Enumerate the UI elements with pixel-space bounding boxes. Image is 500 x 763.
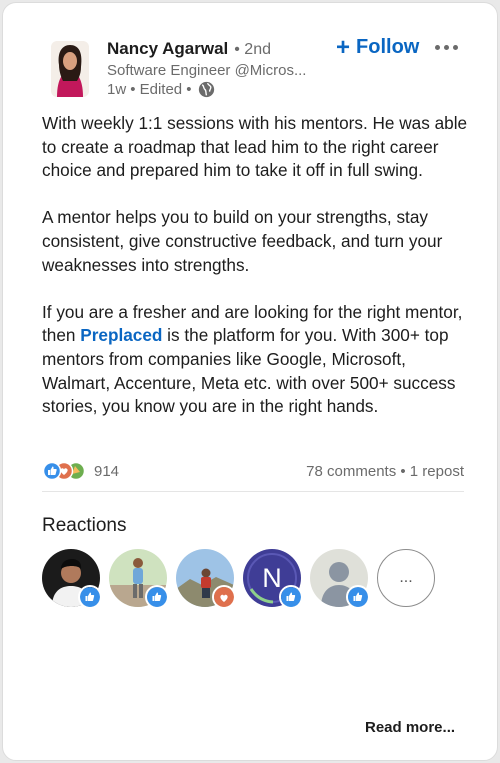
reaction-icons[interactable] (42, 461, 90, 481)
like-icon (78, 585, 102, 609)
author-name[interactable]: Nancy Agarwal (107, 39, 228, 59)
read-more-link[interactable]: Read more... (365, 719, 455, 736)
like-icon (42, 461, 62, 481)
connection-degree: • 2nd (234, 41, 271, 58)
reactors-list: N ... (42, 549, 435, 609)
follow-label: Follow (356, 36, 420, 58)
like-icon (279, 585, 303, 609)
like-icon (346, 585, 370, 609)
reaction-count[interactable]: 914 (94, 463, 119, 480)
reactor-avatar[interactable] (42, 549, 102, 609)
globe-icon (198, 81, 215, 98)
reactor-avatar[interactable] (176, 549, 236, 609)
like-icon (145, 585, 169, 609)
post-body: With weekly 1:1 sessions with his mentor… (42, 112, 472, 442)
post-time: 1w (107, 81, 127, 98)
preplaced-link[interactable]: Preplaced (80, 325, 162, 345)
plus-icon: + (336, 33, 351, 61)
more-reactors-button[interactable]: ... (377, 549, 435, 607)
love-icon (212, 585, 236, 609)
post-paragraph: With weekly 1:1 sessions with his mentor… (42, 113, 468, 181)
author-avatar[interactable] (51, 41, 89, 97)
reactor-avatar[interactable]: N (243, 549, 303, 609)
divider (42, 491, 464, 492)
author-name-row: Nancy Agarwal • 2nd (107, 39, 271, 59)
reactor-avatar[interactable] (109, 549, 169, 609)
reactions-heading: Reactions (42, 515, 127, 536)
follow-button[interactable]: + Follow (336, 33, 420, 61)
post-meta: 1w • Edited • (107, 81, 215, 98)
more-options-icon[interactable] (435, 37, 465, 57)
post-edited: • Edited • (130, 81, 192, 98)
reactor-avatar[interactable] (310, 549, 370, 609)
post-card: Nancy Agarwal • 2nd Software Engineer @M… (2, 2, 498, 761)
social-counts: 914 78 comments • 1 repost (42, 461, 464, 483)
post-paragraph: A mentor helps you to build on your stre… (42, 207, 443, 275)
comments-reposts[interactable]: 78 comments • 1 repost (306, 463, 464, 480)
post-paragraph: If you are a fresher and are looking for… (42, 301, 472, 419)
author-headline: Software Engineer @Micros... (107, 62, 307, 79)
